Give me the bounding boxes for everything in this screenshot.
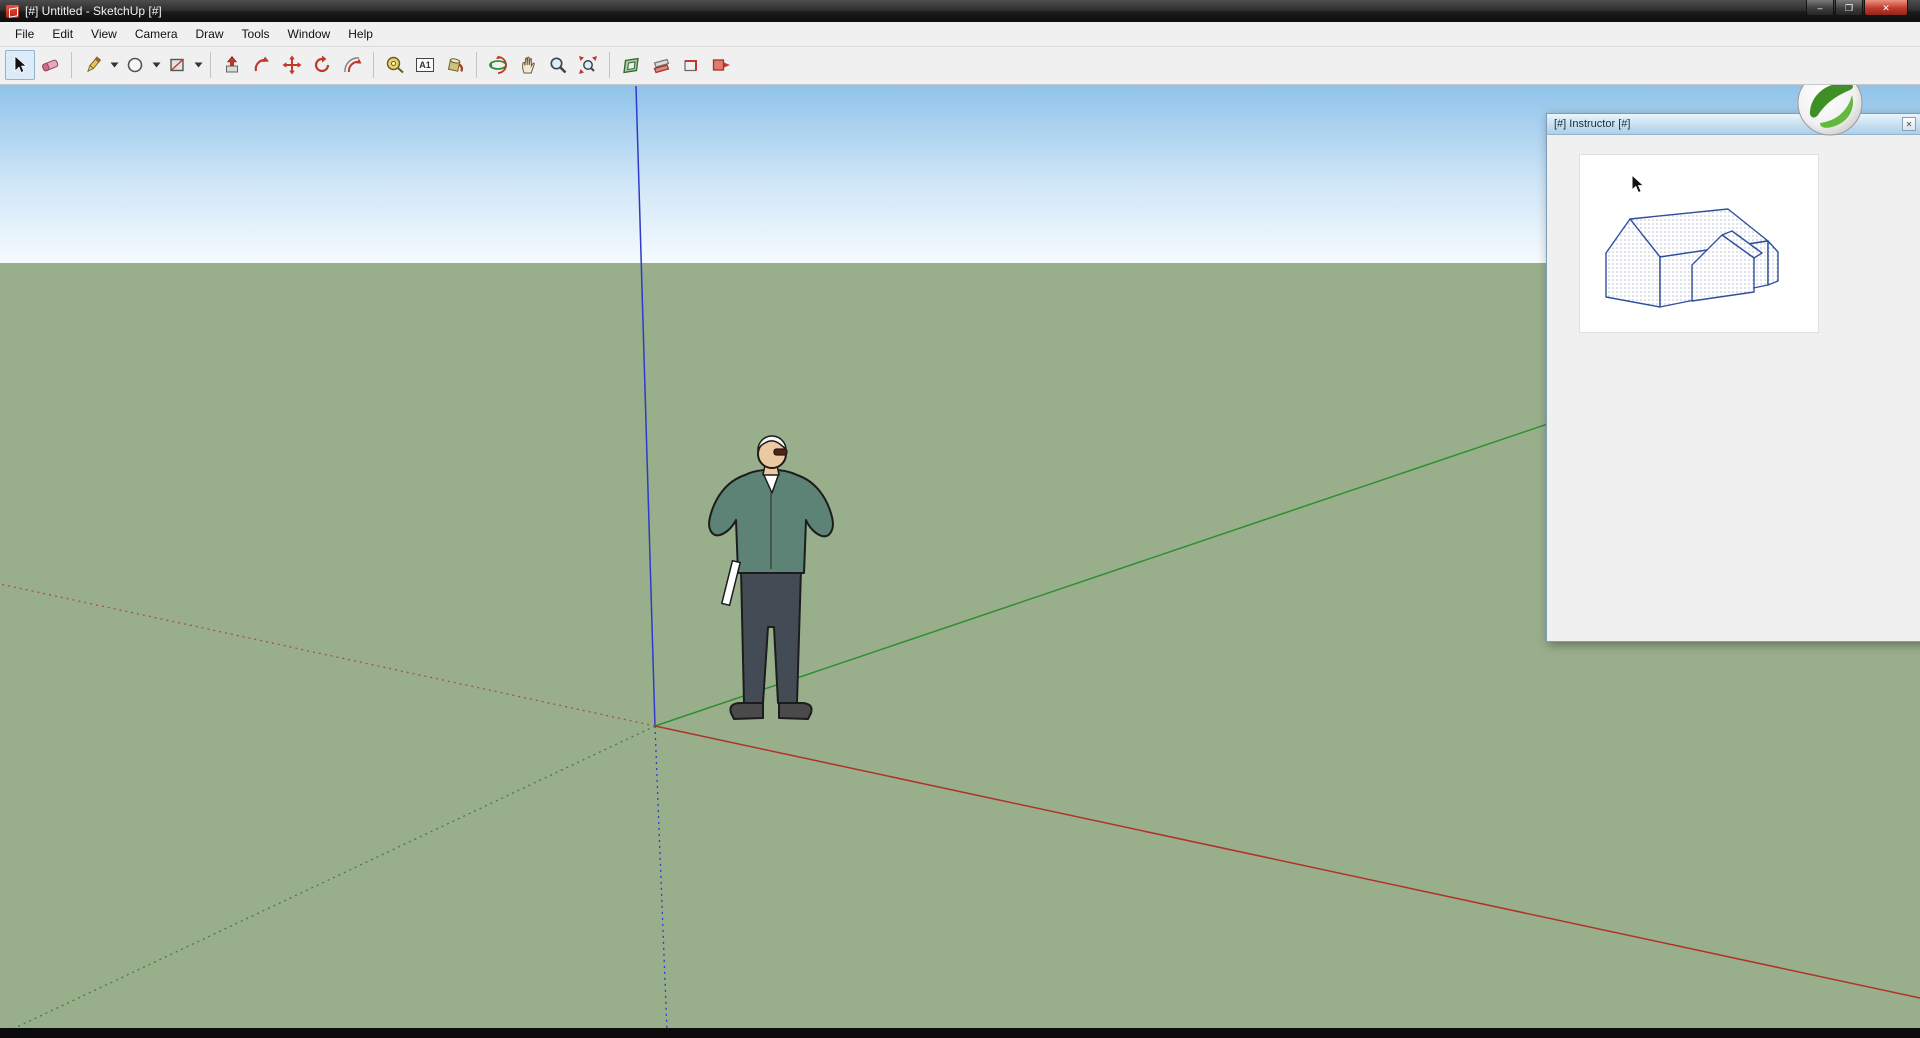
offset-tool-button[interactable] — [337, 50, 367, 80]
menu-edit[interactable]: Edit — [43, 23, 82, 45]
pencil-icon — [83, 55, 103, 75]
menu-tools[interactable]: Tools — [233, 23, 279, 45]
line-tool-button[interactable] — [78, 50, 108, 80]
chevron-down-icon — [194, 61, 203, 69]
menubar: File Edit View Camera Draw Tools Window … — [0, 22, 1920, 47]
toolbar-separator — [210, 52, 211, 78]
cut-box-icon — [681, 55, 701, 75]
display-sections-tool-button[interactable] — [646, 50, 676, 80]
zoom-tool-button[interactable] — [543, 50, 573, 80]
instructor-window: [#] Instructor [#] ✕ — [1546, 113, 1920, 642]
red-box-arrow-icon — [711, 55, 731, 75]
pan-tool-button[interactable] — [513, 50, 543, 80]
cursor-arrow-icon — [10, 55, 30, 75]
paint-bucket-tool-button[interactable] — [440, 50, 470, 80]
sketchup-app-icon[interactable] — [6, 5, 19, 18]
maximize-button[interactable]: ❐ — [1835, 0, 1863, 16]
menu-file[interactable]: File — [6, 23, 43, 45]
eraser-tool-button[interactable] — [35, 50, 65, 80]
move-cross-icon — [282, 55, 302, 75]
taskbar-strip — [0, 1028, 1920, 1038]
toolbar-separator — [71, 52, 72, 78]
pushpull-icon — [222, 55, 242, 75]
toolbar-separator — [609, 52, 610, 78]
rotate-tool-button[interactable] — [307, 50, 337, 80]
move-tool-button[interactable] — [277, 50, 307, 80]
menu-help[interactable]: Help — [339, 23, 382, 45]
stacked-planes-icon — [651, 55, 671, 75]
select-tool-button[interactable] — [5, 50, 35, 80]
export-tool-button[interactable] — [706, 50, 736, 80]
window-title: [#] Untitled - SketchUp [#] — [25, 4, 162, 18]
titlebar[interactable]: [#] Untitled - SketchUp [#] — [0, 0, 1920, 22]
paint-bucket-icon — [445, 55, 465, 75]
text-a1-icon: A1 — [416, 58, 434, 72]
toolbar-separator — [373, 52, 374, 78]
zoom-extents-tool-button[interactable] — [573, 50, 603, 80]
follow-me-icon — [252, 55, 272, 75]
toolbar: A1 — [0, 46, 1920, 85]
rotate-icon — [312, 55, 332, 75]
menu-window[interactable]: Window — [279, 23, 340, 45]
close-button[interactable]: ✕ — [1864, 0, 1908, 16]
menu-camera[interactable]: Camera — [126, 23, 187, 45]
house-wireframe-image — [1580, 155, 1818, 332]
circle-icon — [125, 55, 145, 75]
rectangle-tool-dropdown[interactable] — [192, 50, 204, 80]
magnifier-arrows-icon — [578, 55, 598, 75]
minimize-button[interactable]: – — [1806, 0, 1834, 16]
menu-view[interactable]: View — [82, 23, 126, 45]
magnifier-icon — [548, 55, 568, 75]
toolbar-separator — [476, 52, 477, 78]
instructor-image-card — [1579, 154, 1819, 333]
tape-measure-icon — [385, 55, 405, 75]
circle-tool-dropdown[interactable] — [150, 50, 162, 80]
rectangle-icon — [167, 55, 187, 75]
instructor-title: [#] Instructor [#] — [1554, 118, 1630, 130]
push-pull-tool-button[interactable] — [217, 50, 247, 80]
chevron-down-icon — [152, 61, 161, 69]
line-tool-dropdown[interactable] — [108, 50, 120, 80]
offset-icon — [342, 55, 362, 75]
orbit-tool-button[interactable] — [483, 50, 513, 80]
instructor-cursor-icon — [1632, 175, 1644, 193]
rectangle-tool-button[interactable] — [162, 50, 192, 80]
orbit-icon — [488, 55, 508, 75]
green-plane-icon — [621, 55, 641, 75]
menu-draw[interactable]: Draw — [187, 23, 233, 45]
sketchup-window: [#] Untitled - SketchUp [#] – ❐ ✕ File E… — [0, 0, 1920, 1038]
text-tool-button[interactable]: A1 — [410, 50, 440, 80]
tape-measure-tool-button[interactable] — [380, 50, 410, 80]
hand-icon — [518, 55, 538, 75]
eraser-icon — [40, 55, 60, 75]
section-plane-tool-button[interactable] — [616, 50, 646, 80]
chevron-down-icon — [110, 61, 119, 69]
display-section-cuts-tool-button[interactable] — [676, 50, 706, 80]
circle-tool-button[interactable] — [120, 50, 150, 80]
window-controls: – ❐ ✕ — [1806, 0, 1908, 16]
instructor-close-button[interactable]: ✕ — [1902, 117, 1916, 131]
follow-me-tool-button[interactable] — [247, 50, 277, 80]
